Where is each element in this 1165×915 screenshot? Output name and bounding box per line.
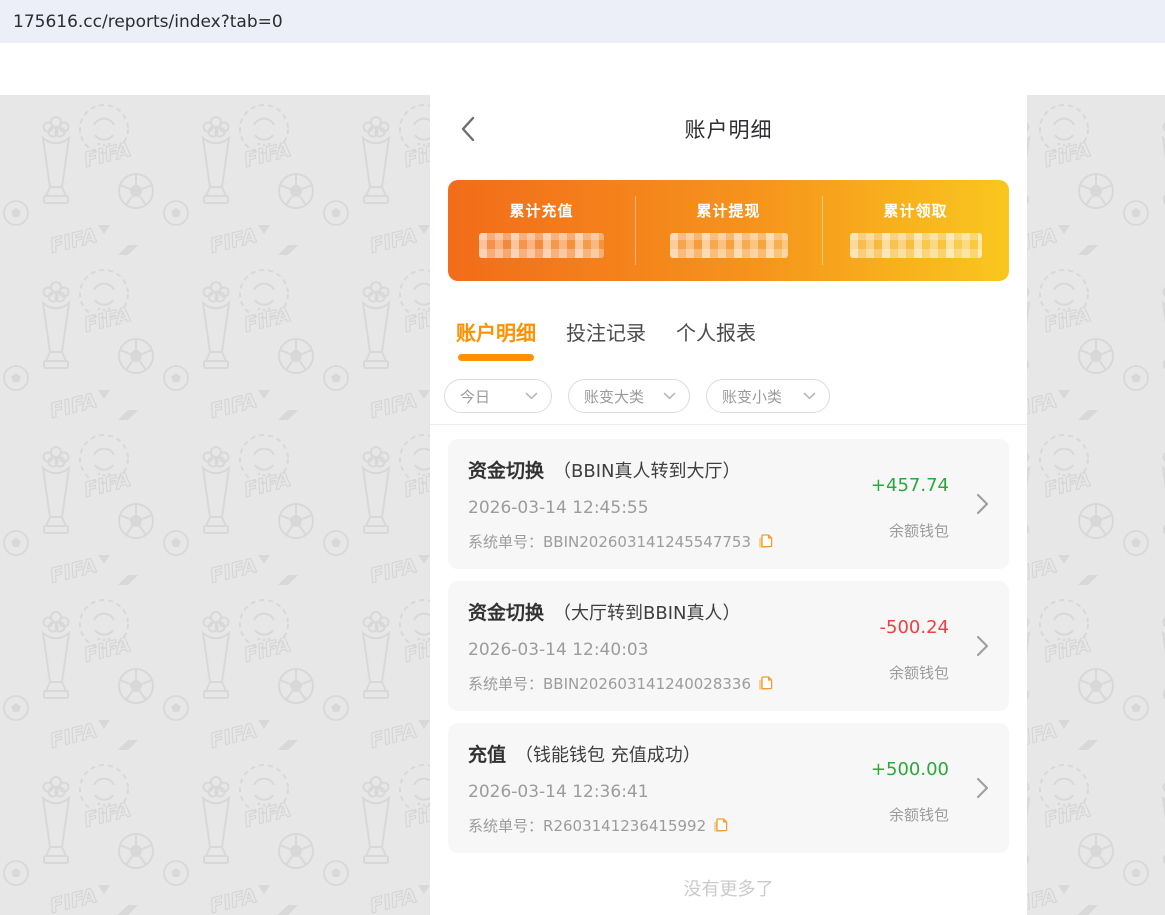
filter-label: 账变小类 [722,386,782,407]
tab-account-detail[interactable]: 账户明细 [456,319,536,347]
txn-order-label: 系统单号： [468,673,543,694]
txn-datetime: 2026-03-14 12:45:55 [468,498,989,518]
txn-order-label: 系统单号： [468,815,543,836]
txn-wallet: 余额钱包 [889,804,949,825]
summary-total-claimed: 累计领取 [822,180,1009,281]
txn-datetime: 2026-03-14 12:40:03 [468,640,989,660]
filter-label: 今日 [460,386,490,407]
chevron-down-icon [525,392,538,400]
chevron-right-icon [976,493,989,519]
txn-datetime: 2026-03-14 12:36:41 [468,782,989,802]
transaction-row[interactable]: 资金切换 （BBIN真人转到大厅） 2026-03-14 12:45:55 系统… [448,439,1009,569]
txn-amount: +500.00 [871,759,949,780]
chevron-right-icon [976,777,989,803]
filter-row: 今日 账变大类 账变小类 [444,379,1027,413]
transaction-row[interactable]: 充值 （钱能钱包 充值成功） 2026-03-14 12:36:41 系统单号：… [448,723,1009,853]
txn-order-no: BBIN202603141245547753 [543,533,751,551]
filter-minor-type-dropdown[interactable]: 账变小类 [706,379,830,413]
copy-button[interactable] [713,818,728,833]
txn-order-label: 系统单号： [468,531,543,552]
report-tabs: 账户明细 投注记录 个人报表 [430,319,1027,367]
chevron-down-icon [663,392,676,400]
redacted-value [850,233,982,258]
transaction-row[interactable]: 资金切换 （大厅转到BBIN真人） 2026-03-14 12:40:03 系统… [448,581,1009,711]
back-button[interactable] [460,115,478,143]
txn-detail: （大厅转到BBIN真人） [553,599,740,625]
summary-label: 累计充值 [509,200,573,221]
filter-label: 账变大类 [584,386,644,407]
tab-personal-report[interactable]: 个人报表 [676,319,756,347]
redacted-value [670,233,788,258]
no-more-text: 没有更多了 [430,875,1027,901]
txn-type: 资金切换 [468,456,544,483]
txn-order-no: BBIN202603141240028336 [543,675,751,693]
tab-bet-records[interactable]: 投注记录 [566,319,646,347]
summary-label: 累计领取 [883,200,947,221]
copy-icon [713,818,728,833]
txn-amount: -500.24 [880,617,949,638]
summary-label: 累计提现 [696,200,760,221]
redacted-value [479,233,604,258]
txn-wallet: 余额钱包 [889,520,949,541]
txn-amount: +457.74 [871,475,949,496]
copy-icon [758,534,773,549]
page-title: 账户明细 [685,114,773,144]
page-background: FIFA FIFA 账户明细 累计充值 [0,95,1165,915]
summary-total-withdraw: 累计提现 [635,180,822,281]
summary-total-deposit: 累计充值 [448,180,635,281]
account-detail-panel: 账户明细 累计充值 累计提现 累计领取 账户明细 投注记录 个人报表 [430,95,1027,915]
copy-button[interactable] [758,534,773,549]
copy-icon [758,676,773,691]
summary-card: 累计充值 累计提现 累计领取 [448,180,1009,281]
filter-date-dropdown[interactable]: 今日 [444,379,552,413]
browser-url-bar[interactable]: 175616.cc/reports/index?tab=0 [0,0,1165,43]
txn-type: 资金切换 [468,598,544,625]
chevron-left-icon [460,116,475,142]
page-header: 账户明细 [430,95,1027,162]
txn-type: 充值 [468,740,506,767]
chevron-right-icon [976,635,989,661]
filter-major-type-dropdown[interactable]: 账变大类 [568,379,690,413]
txn-detail: （钱能钱包 充值成功） [515,741,701,767]
copy-button[interactable] [758,676,773,691]
transaction-list: 资金切换 （BBIN真人转到大厅） 2026-03-14 12:45:55 系统… [430,425,1027,853]
txn-order-no: R2603141236415992 [543,817,706,835]
chevron-down-icon [803,392,816,400]
txn-wallet: 余额钱包 [889,662,949,683]
txn-detail: （BBIN真人转到大厅） [553,457,740,483]
url-text: 175616.cc/reports/index?tab=0 [13,12,283,32]
